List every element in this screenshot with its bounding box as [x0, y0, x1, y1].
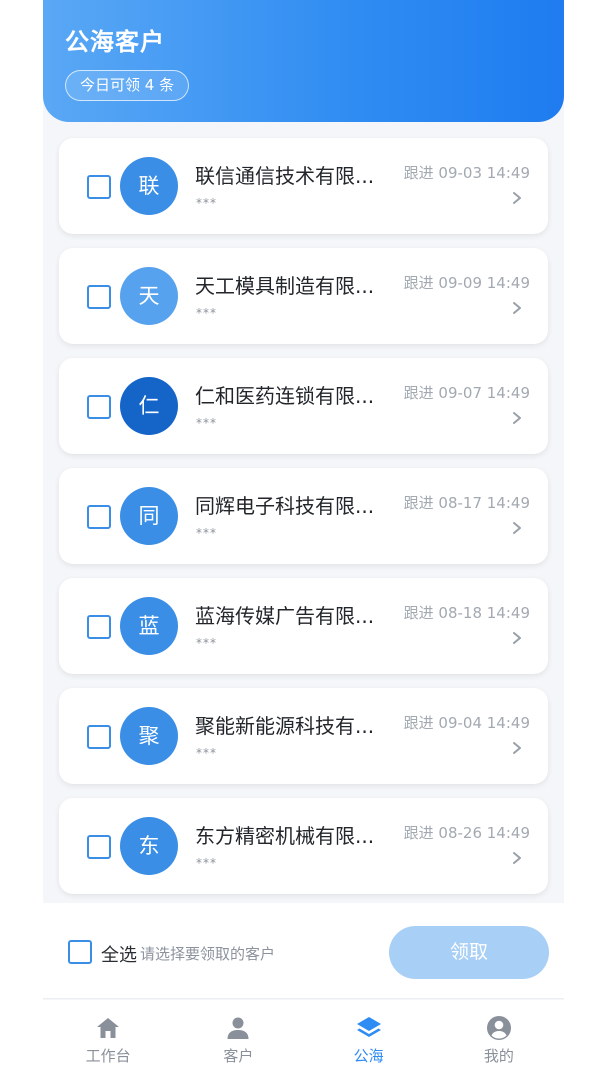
customer-avatar: 蓝	[120, 597, 178, 655]
page-header: 公海客户 今日可领 4 条	[43, 0, 564, 122]
home-icon	[97, 1018, 120, 1038]
follow-up-time: 跟进 09-07 14:49	[403, 384, 530, 402]
tab-customers[interactable]: 客户	[173, 1000, 303, 1080]
follow-up-time: 跟进 08-17 14:49	[403, 494, 530, 512]
layers-icon	[356, 1017, 381, 1037]
follow-up-time: 跟进 09-04 14:49	[403, 714, 530, 732]
customer-contact: ***	[196, 636, 217, 650]
tab-label: 公海	[353, 1047, 384, 1065]
chevron-right-icon[interactable]	[510, 191, 524, 205]
follow-up-time: 跟进 08-26 14:49	[403, 824, 530, 842]
customer-card[interactable]: 东 东方精密机械有限... *** 跟进 08-26 14:49	[59, 798, 548, 894]
customer-card[interactable]: 同 同辉电子科技有限... *** 跟进 08-17 14:49	[59, 468, 548, 564]
tab-workbench[interactable]: 工作台	[43, 1000, 173, 1080]
customer-avatar: 联	[120, 157, 178, 215]
customer-name: 蓝海传媒广告有限...	[195, 604, 375, 628]
customer-avatar: 同	[120, 487, 178, 545]
customer-name: 东方精密机械有限...	[195, 824, 375, 848]
chevron-right-icon[interactable]	[510, 521, 524, 535]
claim-action-bar: 全选 请选择要领取的客户 领取	[43, 903, 564, 999]
row-checkbox[interactable]	[87, 615, 111, 639]
tab-label: 我的	[483, 1047, 514, 1065]
customer-card[interactable]: 天 天工模具制造有限... *** 跟进 09-09 14:49	[59, 248, 548, 344]
select-all-checkbox[interactable]	[68, 940, 92, 964]
customer-card[interactable]: 联 联信通信技术有限... *** 跟进 09-03 14:49	[59, 138, 548, 234]
row-checkbox[interactable]	[87, 395, 111, 419]
customer-contact: ***	[196, 416, 217, 430]
customer-name: 同辉电子科技有限...	[195, 494, 375, 518]
customer-card[interactable]: 蓝 蓝海传媒广告有限... *** 跟进 08-18 14:49	[59, 578, 548, 674]
tab-mine[interactable]: 我的	[434, 1000, 564, 1080]
tab-label: 工作台	[85, 1047, 131, 1065]
chevron-right-icon[interactable]	[510, 301, 524, 315]
customer-card[interactable]: 仁 仁和医药连锁有限... *** 跟进 09-07 14:49	[59, 358, 548, 454]
customer-contact: ***	[196, 306, 217, 320]
chevron-right-icon[interactable]	[510, 851, 524, 865]
customer-avatar: 天	[120, 267, 178, 325]
chevron-right-icon[interactable]	[510, 741, 524, 755]
customer-avatar: 东	[120, 817, 178, 875]
account-circle-icon	[486, 1016, 511, 1040]
row-checkbox[interactable]	[87, 505, 111, 529]
customer-name: 聚能新能源科技有...	[195, 714, 375, 738]
app-screen: 公海客户 今日可领 4 条 联 联信通信技术有限... *** 跟进 09-03…	[43, 0, 564, 1080]
user-icon	[227, 1017, 249, 1039]
tab-public-pool[interactable]: 公海	[304, 1000, 434, 1080]
follow-up-time: 跟进 09-03 14:49	[403, 164, 530, 182]
customer-name: 仁和医药连锁有限...	[195, 384, 375, 408]
bottom-tab-bar: 工作台 客户 公海 我的	[43, 1000, 564, 1080]
follow-up-time: 跟进 08-18 14:49	[403, 604, 530, 622]
row-checkbox[interactable]	[87, 725, 111, 749]
follow-up-time: 跟进 09-09 14:49	[403, 274, 530, 292]
customer-card[interactable]: 聚 聚能新能源科技有... *** 跟进 09-04 14:49	[59, 688, 548, 784]
chevron-right-icon[interactable]	[510, 631, 524, 645]
customer-avatar: 仁	[120, 377, 178, 435]
select-hint: 请选择要领取的客户	[140, 945, 276, 963]
customer-name: 天工模具制造有限...	[195, 274, 375, 298]
daily-quota-badge: 今日可领 4 条	[65, 70, 190, 101]
customer-contact: ***	[196, 746, 217, 760]
customer-contact: ***	[196, 196, 217, 210]
row-checkbox[interactable]	[87, 285, 111, 309]
tab-label: 客户	[223, 1047, 254, 1065]
customer-avatar: 聚	[120, 707, 178, 765]
select-all-label[interactable]: 全选	[101, 941, 137, 967]
customer-name: 联信通信技术有限...	[195, 164, 375, 188]
customer-contact: ***	[196, 526, 217, 540]
row-checkbox[interactable]	[87, 175, 111, 199]
customer-contact: ***	[196, 856, 217, 870]
row-checkbox[interactable]	[87, 835, 111, 859]
claim-button[interactable]: 领取	[389, 926, 549, 979]
page-title: 公海客户	[65, 28, 165, 56]
customer-list: 联 联信通信技术有限... *** 跟进 09-03 14:49 天 天工模具制…	[59, 138, 548, 908]
chevron-right-icon[interactable]	[510, 411, 524, 425]
